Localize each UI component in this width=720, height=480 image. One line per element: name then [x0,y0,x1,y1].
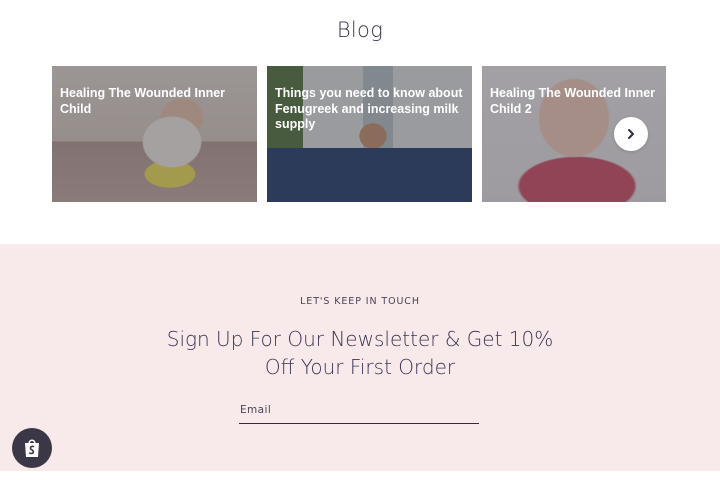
shopping-bag-icon [25,439,39,457]
shop-badge-button[interactable] [12,428,52,468]
blog-card-title[interactable]: Healing The Wounded Inner Child 2 [490,86,658,117]
blog-card-2[interactable]: Things you need to know about Fenugreek … [267,66,472,202]
blog-card-title[interactable]: Healing The Wounded Inner Child [60,86,249,117]
newsletter-headline: Sign Up For Our Newsletter & Get 10% Off… [166,327,554,379]
chevron-right-icon [628,129,634,139]
blog-card-1[interactable]: Healing The Wounded Inner Child [52,66,257,202]
carousel-next-button[interactable] [614,117,648,151]
email-field-wrapper [239,397,479,424]
email-field[interactable] [239,397,479,423]
newsletter-eyebrow: LET'S KEEP IN TOUCH [300,296,420,307]
blog-heading: Blog [336,18,384,42]
blog-card-title[interactable]: Things you need to know about Fenugreek … [275,86,464,133]
newsletter-section: LET'S KEEP IN TOUCH Sign Up For Our News… [0,244,720,471]
